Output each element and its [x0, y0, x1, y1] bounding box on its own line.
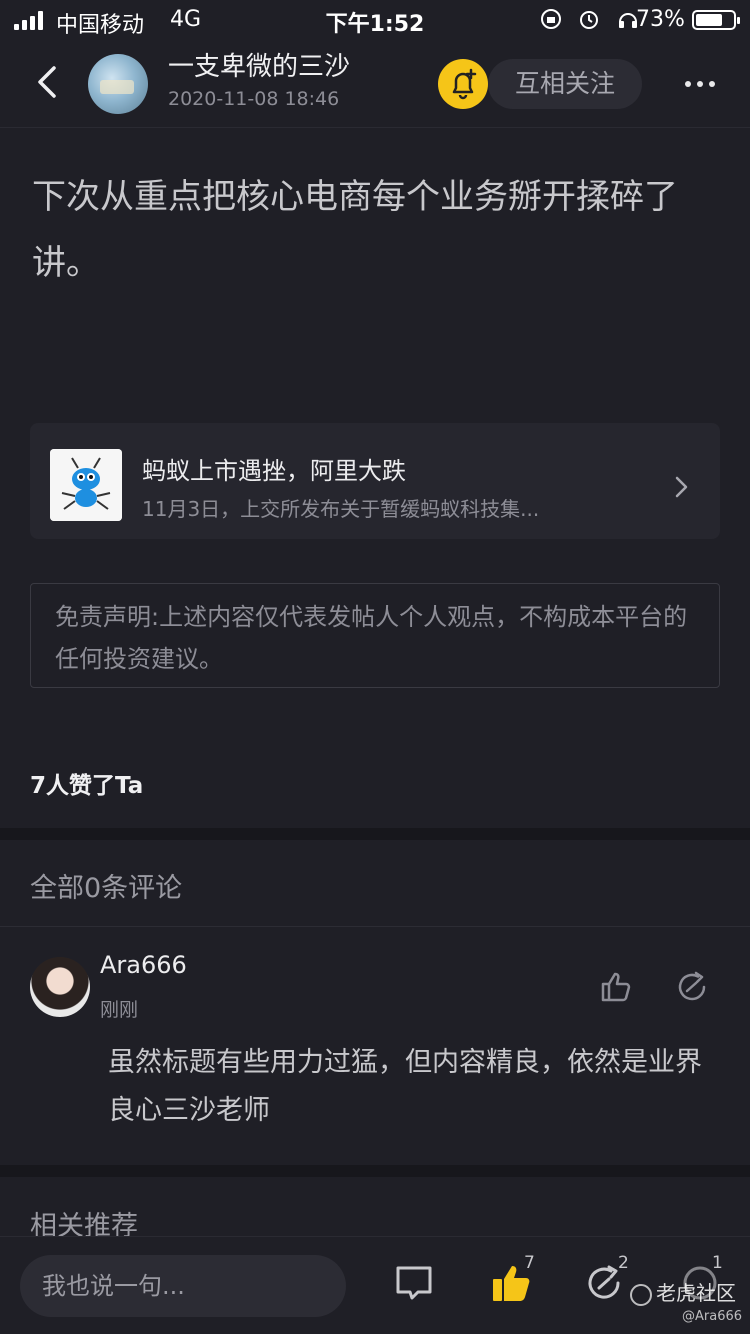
mutual-follow-button[interactable]: 互相关注 [488, 59, 642, 109]
battery-icon [692, 10, 740, 30]
battery-percent: 73% [636, 7, 685, 32]
ant-logo-icon [50, 449, 122, 521]
author-name[interactable]: 一支卑微的三沙 [168, 46, 350, 83]
post-header: 一支卑微的三沙 2020-11-08 18:46 互相关注 [0, 40, 750, 128]
thumbs-up-icon [601, 972, 631, 1002]
news-thumbnail [50, 449, 122, 521]
news-summary: 11月3日，上交所发布关于暂缓蚂蚁科技集... [142, 497, 540, 521]
comment-username[interactable]: Ara666 [100, 951, 187, 979]
comment-input[interactable]: 我也说一句... [20, 1255, 346, 1317]
rotation-lock-icon [541, 9, 561, 29]
linked-news-card[interactable]: 蚂蚁上市遇挫，阿里大跌 11月3日，上交所发布关于暂缓蚂蚁科技集... [30, 423, 720, 539]
section-divider [0, 828, 750, 840]
author-avatar[interactable] [88, 54, 148, 114]
comment-like-button[interactable] [598, 969, 634, 1005]
comment-share-button[interactable] [674, 969, 710, 1005]
notify-button[interactable] [438, 59, 488, 109]
post-body: 下次从重点把核心电商每个业务掰开揉碎了讲。 [32, 177, 678, 283]
watermark-user: @Ara666 [682, 1309, 743, 1324]
share-arrow-icon [678, 971, 706, 1001]
post-timestamp: 2020-11-08 18:46 [168, 88, 340, 110]
disclaimer: 免责声明:上述内容仅代表发帖人个人观点，不构成本平台的任何投资建议。 [30, 583, 720, 688]
bell-plus-icon [452, 68, 477, 100]
chevron-left-icon [38, 66, 56, 98]
comment-button[interactable] [394, 1263, 434, 1303]
comment-bubble-icon [396, 1266, 432, 1300]
more-dots-icon [685, 81, 691, 87]
avatar[interactable] [30, 957, 90, 1017]
chevron-right-icon [666, 472, 696, 502]
share-count: 2 [618, 1253, 629, 1273]
status-bar: 中国移动 4G 下午1:52 73% [0, 0, 750, 40]
news-title: 蚂蚁上市遇挫，阿里大跌 [142, 457, 406, 485]
reward-count: 1 [712, 1253, 723, 1273]
back-button[interactable] [28, 62, 68, 102]
tiger-logo-icon [630, 1283, 652, 1306]
more-options-button[interactable] [680, 72, 720, 96]
watermark: 老虎社区 [630, 1277, 736, 1306]
comment-time: 刚刚 [100, 999, 139, 1021]
like-count: 7 [524, 1253, 535, 1273]
bottom-action-bar: 我也说一句... 7 2 1 老虎社区 @Ara666 [0, 1236, 750, 1334]
likes-summary[interactable]: 7人赞了Ta [30, 766, 143, 800]
system-status-icons [540, 8, 639, 32]
watermark-text: 老虎社区 [656, 1281, 736, 1305]
comments-header: 全部0条评论 [30, 873, 183, 904]
comment-body: 虽然标题有些用力过猛，但内容精良，依然是业界良心三沙老师 [108, 1047, 702, 1126]
section-divider [0, 1165, 750, 1177]
alarm-icon [580, 11, 599, 29]
comment-item: Ara666 刚刚 虽然标题有些用力过猛，但内容精良，依然是业界良心三沙老师 [0, 927, 750, 1165]
